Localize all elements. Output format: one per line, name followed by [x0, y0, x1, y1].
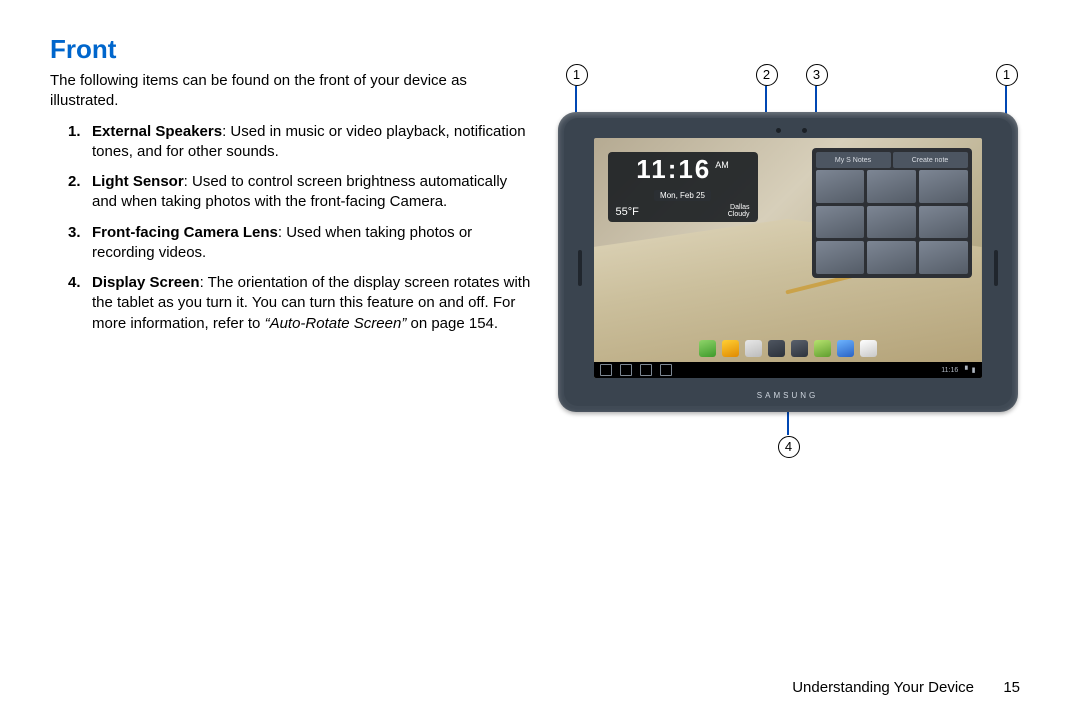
clock-condition: Cloudy: [728, 211, 750, 218]
page-footer: Understanding Your Device 15: [50, 679, 1030, 700]
callout-4: 4: [778, 436, 800, 458]
nav-capture-icon: [660, 364, 672, 376]
panel-thumb: [867, 206, 916, 239]
clock-time: 11:16: [636, 154, 711, 185]
battery-icon: ▮: [972, 366, 976, 374]
front-camera-icon: [802, 128, 807, 133]
clock-ampm: AM: [715, 154, 729, 170]
dock-app-icon: [814, 340, 831, 357]
section-heading: Front: [50, 34, 535, 65]
footer-page-number: 15: [1000, 679, 1020, 696]
clock-city-name: Dallas: [730, 204, 749, 211]
nav-back-icon: [600, 364, 612, 376]
panel-thumbnails: [816, 170, 968, 274]
panel-thumb: [816, 206, 865, 239]
panel-thumb: [816, 170, 865, 203]
intro-text: The following items can be found on the …: [50, 71, 535, 112]
panel-thumb: [919, 241, 968, 274]
notes-panel: My S Notes Create note: [812, 148, 972, 278]
footer-section: Understanding Your Device: [792, 679, 974, 696]
callout-1-right: 1: [996, 64, 1018, 86]
nav-home-icon: [620, 364, 632, 376]
panel-thumb: [867, 241, 916, 274]
clock-city: Dallas Cloudy: [728, 204, 750, 218]
clock-temp: 55°F: [616, 206, 639, 218]
display-screen: 11:16AM Mon, Feb 25 55°F Dallas Cloudy M…: [594, 138, 982, 378]
dock-app-icon: [860, 340, 877, 357]
dock-app-icon: [768, 340, 785, 357]
status-time: 11:16: [941, 367, 958, 374]
wifi-icon: ▝: [962, 366, 967, 374]
item-title: Display Screen: [92, 274, 200, 291]
panel-tab-mynotes: My S Notes: [816, 152, 891, 168]
callout-2: 2: [756, 64, 778, 86]
light-sensor-icon: [776, 128, 781, 133]
panel-thumb: [867, 170, 916, 203]
feature-list: External Speakers: Used in music or vide…: [72, 122, 535, 334]
speaker-right-icon: [994, 250, 998, 286]
dock-app-icon: [745, 340, 762, 357]
nav-buttons: [600, 364, 672, 376]
dock-app-icon: [791, 340, 808, 357]
list-item: External Speakers: Used in music or vide…: [72, 122, 535, 163]
panel-thumb: [919, 206, 968, 239]
panel-tab-createnote: Create note: [893, 152, 968, 168]
status-bar: 11:16 ▝ ▮: [941, 366, 975, 374]
list-item: Front-facing Camera Lens: Used when taki…: [72, 223, 535, 264]
callout-3: 3: [806, 64, 828, 86]
app-dock: [594, 336, 982, 360]
item-desc: on page 154.: [406, 315, 498, 332]
panel-thumb: [919, 170, 968, 203]
speaker-left-icon: [578, 250, 582, 286]
panel-thumb: [816, 241, 865, 274]
list-item: Light Sensor: Used to control screen bri…: [72, 172, 535, 213]
dock-app-icon: [722, 340, 739, 357]
tablet-illustration: 11:16AM Mon, Feb 25 55°F Dallas Cloudy M…: [558, 112, 1018, 412]
clock-widget: 11:16AM Mon, Feb 25 55°F Dallas Cloudy: [608, 152, 758, 222]
item-title: External Speakers: [92, 123, 222, 140]
item-title: Light Sensor: [92, 173, 184, 190]
dock-app-icon: [699, 340, 716, 357]
clock-date: Mon, Feb 25: [654, 190, 711, 201]
nav-recent-icon: [640, 364, 652, 376]
cross-reference: “Auto-Rotate Screen”: [265, 315, 407, 332]
device-diagram: 1 2 3 1 4: [548, 40, 1028, 460]
item-title: Front-facing Camera Lens: [92, 224, 278, 241]
list-item: Display Screen: The orientation of the d…: [72, 273, 535, 334]
dock-app-icon: [837, 340, 854, 357]
system-navbar: 11:16 ▝ ▮: [594, 362, 982, 378]
tablet-bezel: 11:16AM Mon, Feb 25 55°F Dallas Cloudy M…: [564, 118, 1012, 406]
callout-1-left: 1: [566, 64, 588, 86]
brand-label: SAMSUNG: [564, 391, 1012, 400]
